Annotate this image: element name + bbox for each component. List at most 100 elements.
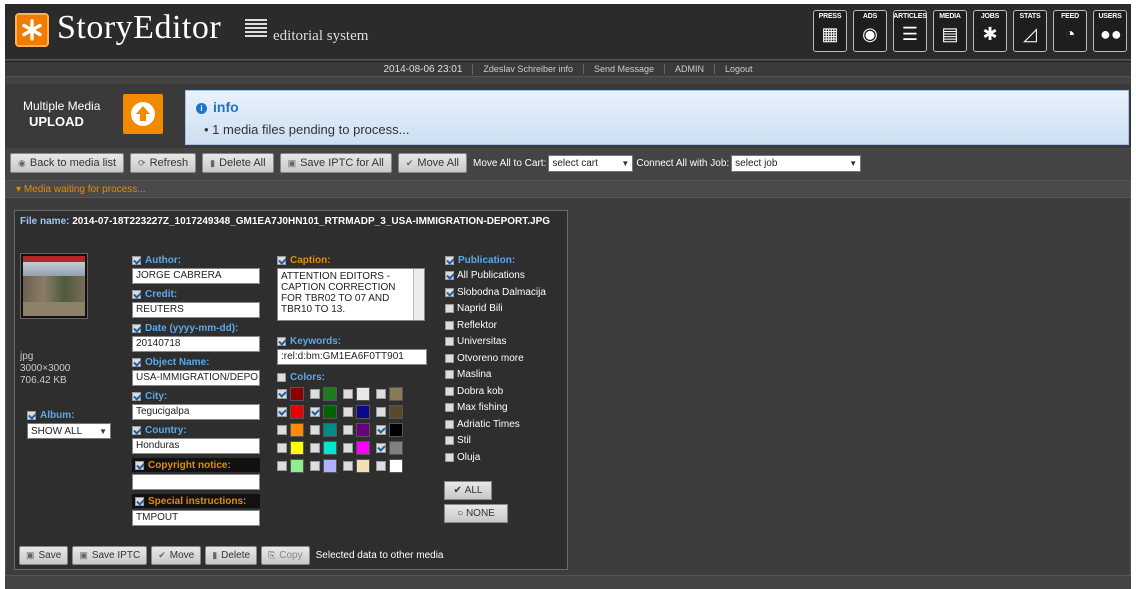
color-swatch[interactable] [323, 386, 337, 401]
logout-link[interactable]: Logout [715, 64, 763, 74]
publication-item[interactable]: Otvoreno more [445, 351, 567, 365]
select-all-publications-button[interactable]: ✔ ALL [444, 481, 492, 500]
object-name-input[interactable]: USA-IMMIGRATION/DEPO [132, 370, 260, 386]
nav-ads[interactable]: ADS ◉ [853, 10, 887, 52]
send-message-link[interactable]: Send Message [584, 64, 666, 74]
publication-item[interactable]: Oluja [445, 450, 567, 464]
nav-press[interactable]: PRESS ▦ [813, 10, 847, 52]
color-swatch[interactable] [356, 404, 370, 419]
copy-button[interactable]: ⎘ Copy [261, 546, 310, 565]
publication-item-checkbox[interactable] [445, 386, 454, 396]
color-swatch[interactable] [323, 458, 337, 473]
publication-item-checkbox[interactable] [445, 436, 454, 445]
color-checkbox[interactable] [376, 442, 386, 453]
publication-item[interactable]: Universitas [445, 335, 567, 349]
color-swatch[interactable] [356, 440, 370, 455]
user-info-link[interactable]: Zdeslav Schreiber info [473, 64, 584, 74]
publication-item[interactable]: Max fishing [445, 401, 567, 415]
color-checkbox[interactable] [310, 460, 320, 471]
city-input[interactable]: Tegucigalpa [132, 404, 260, 420]
color-swatch[interactable] [389, 422, 403, 437]
color-checkbox[interactable] [310, 424, 320, 435]
color-swatch[interactable] [389, 404, 403, 419]
select-none-publications-button[interactable]: ○ NONE [444, 504, 508, 523]
caption-scrollbar[interactable] [413, 269, 424, 320]
publication-item[interactable]: Stil [445, 434, 567, 448]
color-checkbox[interactable] [277, 424, 287, 435]
color-swatch[interactable] [290, 458, 304, 473]
color-swatch[interactable] [323, 404, 337, 419]
color-swatch[interactable] [290, 386, 304, 401]
delete-button[interactable]: ▮ Delete [205, 546, 258, 565]
publication-item-checkbox[interactable] [445, 370, 454, 379]
publication-item-checkbox[interactable] [445, 403, 454, 412]
publication-item[interactable]: Reflektor [445, 318, 567, 332]
credit-checkbox[interactable] [132, 289, 141, 299]
publication-item[interactable]: Dobra kob [445, 384, 567, 398]
color-checkbox[interactable] [310, 406, 320, 417]
publication-item-checkbox[interactable] [445, 452, 454, 462]
save-button[interactable]: ▣ Save [19, 546, 69, 565]
move-button[interactable]: ✔ Move [151, 546, 202, 565]
color-swatch[interactable] [389, 458, 403, 473]
color-checkbox[interactable] [376, 388, 386, 399]
color-checkbox[interactable] [376, 424, 386, 435]
color-swatch[interactable] [323, 422, 337, 437]
refresh-button[interactable]: ⟳ Refresh [130, 153, 197, 173]
publication-item-checkbox[interactable] [445, 287, 454, 297]
date-checkbox[interactable] [132, 323, 141, 333]
copyright-input[interactable] [132, 474, 260, 490]
color-swatch[interactable] [356, 458, 370, 473]
publication-item-checkbox[interactable] [445, 271, 454, 280]
media-thumbnail[interactable] [20, 253, 88, 319]
color-checkbox[interactable] [277, 460, 287, 471]
country-input[interactable]: Honduras [132, 438, 260, 454]
nav-articles[interactable]: ARTICLES ☰ [893, 10, 927, 52]
nav-stats[interactable]: STATS ◿ [1013, 10, 1047, 52]
country-checkbox[interactable] [132, 425, 141, 435]
publication-item-checkbox[interactable] [445, 320, 454, 330]
nav-jobs[interactable]: JOBS ✱ [973, 10, 1007, 52]
panel-heading[interactable]: ▾ Media waiting for process... [6, 181, 1130, 198]
color-checkbox[interactable] [343, 424, 353, 435]
color-swatch[interactable] [389, 386, 403, 401]
color-swatch[interactable] [356, 386, 370, 401]
job-select[interactable]: select job ▼ [731, 154, 862, 172]
admin-link[interactable]: ADMIN [665, 64, 716, 74]
colors-checkbox[interactable] [277, 372, 286, 382]
cart-select[interactable]: select cart ▼ [548, 154, 634, 172]
color-checkbox[interactable] [343, 388, 353, 399]
album-checkbox[interactable] [27, 410, 36, 420]
save-iptc-all-button[interactable]: ▣ Save IPTC for All [279, 153, 392, 173]
color-swatch[interactable] [290, 404, 304, 419]
color-swatch[interactable] [290, 440, 304, 455]
nav-media[interactable]: MEDIA ▤ [933, 10, 967, 52]
album-select[interactable]: SHOW ALL ▼ [27, 423, 111, 439]
nav-users[interactable]: USERS ●● [1093, 10, 1127, 52]
nav-feed[interactable]: FEED ◔ [1053, 10, 1087, 52]
date-input[interactable]: 20140718 [132, 336, 260, 352]
color-swatch[interactable] [389, 440, 403, 455]
color-checkbox[interactable] [277, 406, 287, 417]
special-instructions-input[interactable]: TMPOUT [132, 510, 260, 526]
color-checkbox[interactable] [277, 388, 287, 399]
caption-textarea[interactable]: ATTENTION EDITORS - CAPTION CORRECTION F… [277, 268, 425, 321]
keywords-input[interactable]: :rel:d:bm:GM1EA6F0TT901 [277, 349, 427, 365]
publication-checkbox[interactable] [445, 255, 454, 265]
author-input[interactable]: JORGE CABRERA [132, 268, 260, 284]
save-iptc-button[interactable]: ▣ Save IPTC [72, 546, 148, 565]
keywords-checkbox[interactable] [277, 336, 286, 346]
publication-item-checkbox[interactable] [445, 304, 454, 313]
color-swatch[interactable] [356, 422, 370, 437]
color-swatch[interactable] [290, 422, 304, 437]
color-checkbox[interactable] [343, 406, 353, 417]
publication-item-checkbox[interactable] [445, 353, 454, 363]
caption-checkbox[interactable] [277, 255, 286, 265]
city-checkbox[interactable] [132, 391, 141, 401]
color-checkbox[interactable] [343, 442, 353, 453]
publication-item[interactable]: Slobodna Dalmacija [445, 285, 567, 299]
credit-input[interactable]: REUTERS [132, 302, 260, 318]
publication-item-checkbox[interactable] [445, 419, 454, 429]
special-instructions-checkbox[interactable] [135, 496, 144, 506]
publication-item[interactable]: All Publications [445, 269, 567, 283]
